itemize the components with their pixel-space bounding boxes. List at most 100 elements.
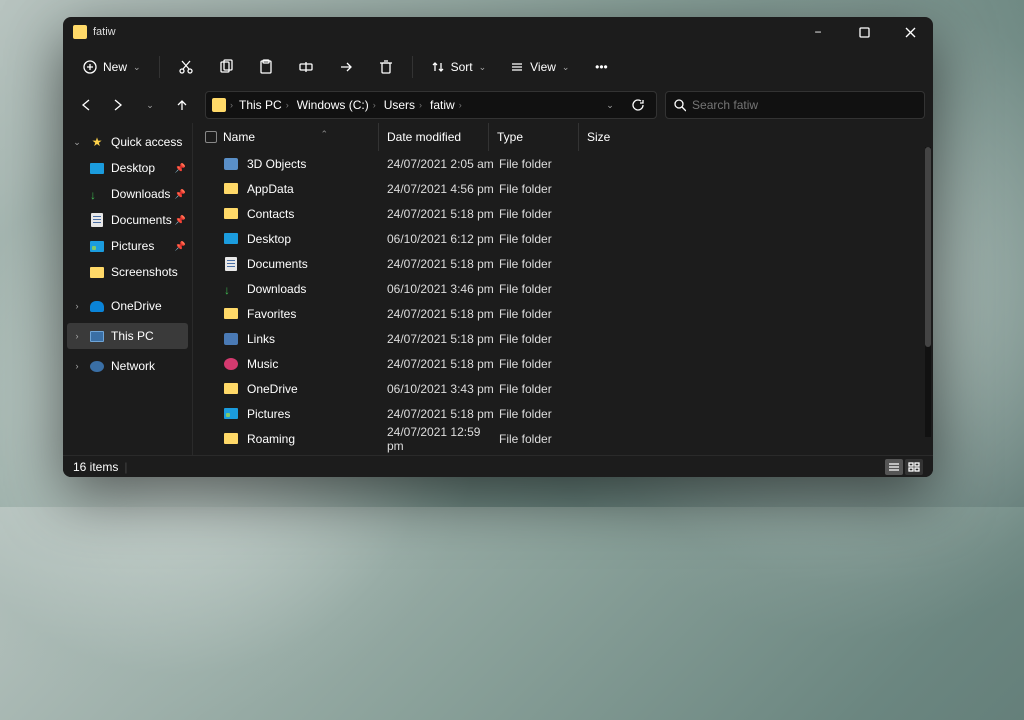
rename-button[interactable] [290, 53, 322, 81]
search-box[interactable] [665, 91, 925, 119]
paste-button[interactable] [250, 53, 282, 81]
picico-icon [89, 239, 105, 253]
file-type: File folder [499, 282, 591, 296]
file-type: File folder [499, 207, 591, 221]
trash-icon [378, 59, 394, 75]
file-date: 24/07/2021 5:18 pm [387, 332, 499, 346]
file-name: AppData [247, 182, 294, 196]
address-history-button[interactable]: ⌄ [598, 93, 622, 117]
minimize-button[interactable]: − [795, 17, 841, 47]
column-name[interactable]: Name ⌃ [205, 123, 379, 151]
sort-button[interactable]: Sort ⌄ [423, 53, 495, 81]
file-row[interactable]: Desktop 06/10/2021 6:12 pmFile folder [205, 226, 933, 251]
musicico-icon [223, 357, 239, 371]
file-date: 24/07/2021 2:05 am [387, 157, 499, 171]
file-row[interactable]: Links24/07/2021 5:18 pmFile folder [205, 326, 933, 351]
file-name: Music [247, 357, 278, 371]
details-view-button[interactable] [885, 459, 903, 475]
linkico-icon [223, 332, 239, 346]
chevron-right-icon: › [71, 331, 83, 341]
pc-icon [89, 329, 105, 343]
file-name: Documents [247, 257, 308, 271]
file-type: File folder [499, 232, 591, 246]
new-button[interactable]: New ⌄ [75, 53, 149, 81]
search-input[interactable] [692, 98, 916, 112]
share-button[interactable] [330, 53, 362, 81]
breadcrumb-segment[interactable]: Windows (C:)› [295, 98, 378, 112]
arrow-right-icon [111, 98, 125, 112]
recent-button[interactable]: ⌄ [135, 90, 165, 120]
refresh-button[interactable] [626, 93, 650, 117]
breadcrumb-segment[interactable]: fatiw› [428, 98, 464, 112]
sidebar-this-pc[interactable]: › This PC [67, 323, 188, 349]
file-date: 06/10/2021 3:46 pm [387, 282, 499, 296]
file-row[interactable]: Downloads 06/10/2021 3:46 pmFile folder [205, 276, 933, 301]
breadcrumb-segment[interactable]: Users› [382, 98, 424, 112]
file-rows[interactable]: 3D Objects24/07/2021 2:05 amFile folderA… [193, 151, 933, 455]
file-date: 24/07/2021 12:59 pm [387, 425, 499, 453]
file-date: 06/10/2021 6:12 pm [387, 232, 499, 246]
network-icon [89, 359, 105, 373]
navigation-pane[interactable]: ⌄ ★ Quick access Desktop📌Downloads📌Docum… [63, 123, 193, 455]
deskico-icon [223, 232, 239, 246]
file-type: File folder [499, 182, 591, 196]
file-type: File folder [499, 407, 591, 421]
file-row[interactable]: Favorites24/07/2021 5:18 pmFile folder [205, 301, 933, 326]
column-size[interactable]: Size [579, 123, 639, 151]
sidebar-quick-access[interactable]: ⌄ ★ Quick access [63, 129, 192, 155]
sidebar-onedrive[interactable]: › OneDrive [63, 293, 192, 319]
sidebar-network[interactable]: › Network [63, 353, 192, 379]
address-bar[interactable]: › This PC› Windows (C:)› Users› fatiw› ⌄ [205, 91, 657, 119]
column-date[interactable]: Date modified [379, 123, 489, 151]
more-button[interactable]: ••• [585, 53, 617, 81]
dlico-icon [89, 187, 105, 201]
file-name: Downloads [247, 282, 306, 296]
scissors-icon [178, 59, 194, 75]
file-row[interactable]: Music24/07/2021 5:18 pmFile folder [205, 351, 933, 376]
file-row[interactable]: Documents 24/07/2021 5:18 pmFile folder [205, 251, 933, 276]
file-date: 24/07/2021 5:18 pm [387, 257, 499, 271]
sidebar-item[interactable]: Documents📌 [63, 207, 192, 233]
icons-view-button[interactable] [905, 459, 923, 475]
file-type: File folder [499, 257, 591, 271]
clipboard-icon [258, 59, 274, 75]
file-type: File folder [499, 332, 591, 346]
file-date: 24/07/2021 5:18 pm [387, 307, 499, 321]
file-date: 24/07/2021 5:18 pm [387, 357, 499, 371]
pin-icon: 📌 [175, 241, 186, 252]
close-button[interactable] [887, 17, 933, 47]
picico-icon [223, 407, 239, 421]
content-body: ⌄ ★ Quick access Desktop📌Downloads📌Docum… [63, 123, 933, 455]
copy-icon [218, 59, 234, 75]
file-row[interactable]: AppData24/07/2021 4:56 pmFile folder [205, 176, 933, 201]
file-row[interactable]: OneDrive06/10/2021 3:43 pmFile folder [205, 376, 933, 401]
sidebar-item[interactable]: Screenshots [63, 259, 192, 285]
file-row[interactable]: Contacts24/07/2021 5:18 pmFile folder [205, 201, 933, 226]
sidebar-item[interactable]: Pictures📌 [63, 233, 192, 259]
up-button[interactable] [167, 90, 197, 120]
file-name: Desktop [247, 232, 291, 246]
maximize-button[interactable] [841, 17, 887, 47]
file-name: Favorites [247, 307, 296, 321]
docico-icon [223, 257, 239, 271]
file-type: File folder [499, 432, 591, 446]
file-row[interactable]: 3D Objects24/07/2021 2:05 amFile folder [205, 151, 933, 176]
cut-button[interactable] [170, 53, 202, 81]
column-type[interactable]: Type [489, 123, 579, 151]
chevron-down-icon: ⌄ [133, 62, 141, 73]
sidebar-item[interactable]: Downloads📌 [63, 181, 192, 207]
select-all-checkbox[interactable] [205, 131, 217, 143]
plus-icon [83, 60, 97, 74]
file-row[interactable]: Pictures24/07/2021 5:18 pmFile folder [205, 401, 933, 426]
back-button[interactable] [71, 90, 101, 120]
titlebar[interactable]: fatiw − [63, 17, 933, 47]
file-row[interactable]: Roaming24/07/2021 12:59 pmFile folder [205, 426, 933, 451]
file-name: OneDrive [247, 382, 298, 396]
delete-button[interactable] [370, 53, 402, 81]
breadcrumb-segment[interactable]: This PC› [237, 98, 291, 112]
copy-button[interactable] [210, 53, 242, 81]
sidebar-item[interactable]: Desktop📌 [63, 155, 192, 181]
forward-button[interactable] [103, 90, 133, 120]
view-button[interactable]: View ⌄ [502, 53, 577, 81]
scrollbar[interactable] [925, 147, 931, 437]
